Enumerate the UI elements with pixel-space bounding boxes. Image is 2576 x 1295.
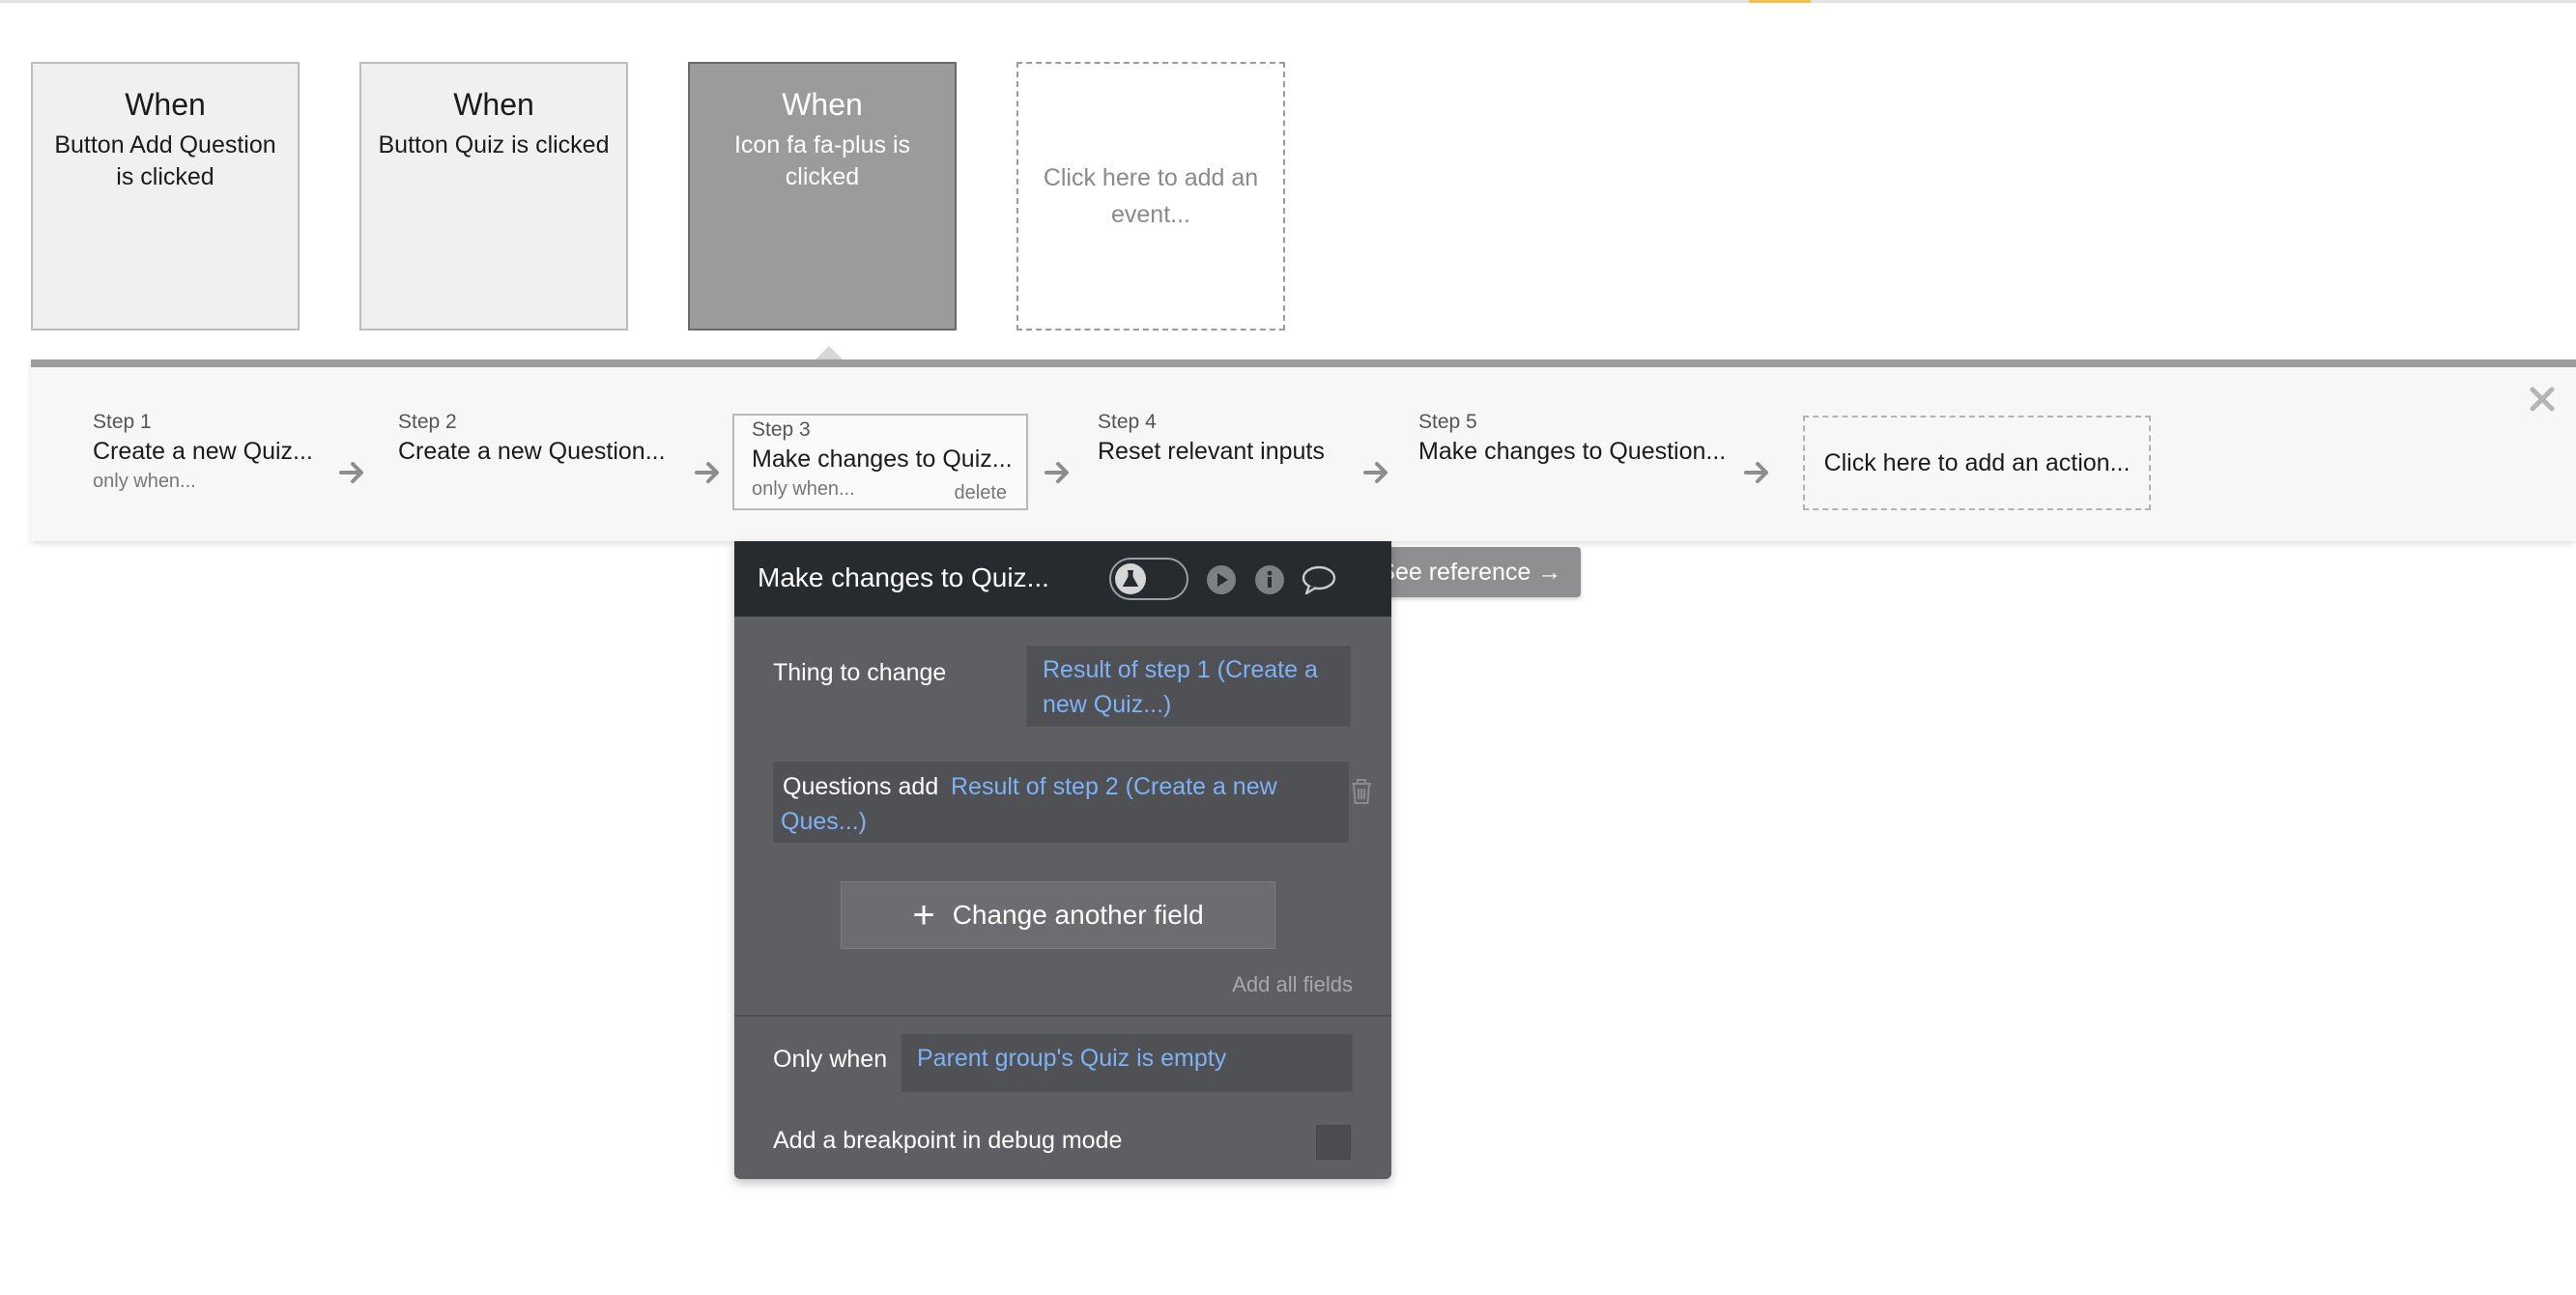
field-value[interactable]: Result of step 2 (Create a new Ques...): [781, 769, 1330, 839]
step-name: Make changes to Question...: [1418, 438, 1727, 465]
info-icon[interactable]: [1254, 564, 1285, 595]
step-2[interactable]: Step 2 Create a new Question...: [398, 410, 666, 468]
event-when-label: When: [453, 87, 534, 122]
event-description: Button Add Question is clicked: [54, 131, 276, 190]
step-name: Make changes to Quiz...: [752, 446, 1013, 473]
step-number: Step 2: [398, 411, 457, 433]
event-when-label: When: [125, 87, 206, 122]
step-1[interactable]: Step 1 Create a new Quiz... only when...: [93, 410, 313, 495]
test-mode-toggle[interactable]: [1109, 558, 1188, 600]
change-another-field-button[interactable]: + Change another field: [841, 881, 1275, 949]
arrow-right-icon: [1744, 462, 1768, 483]
step-number: Step 1: [93, 411, 152, 433]
add-event-button[interactable]: Click here to add an event...: [1016, 62, 1285, 331]
step-name: Create a new Question...: [398, 438, 666, 465]
event-card-add-question[interactable]: When Button Add Question is clicked: [31, 62, 300, 331]
add-all-fields-link[interactable]: Add all fields: [1232, 972, 1353, 997]
breakpoint-label: Add a breakpoint in debug mode: [773, 1127, 1123, 1154]
action-property-editor: Make changes to Quiz... Thing to change …: [734, 541, 1391, 1179]
event-when-label: When: [782, 87, 863, 122]
arrow-right-icon: [1363, 462, 1388, 483]
step-name: Reset relevant inputs: [1098, 438, 1325, 465]
step-number: Step 3: [752, 418, 811, 441]
top-accent-marker: [1749, 0, 1811, 3]
step-4[interactable]: Step 4 Reset relevant inputs: [1098, 410, 1325, 468]
comment-icon[interactable]: [1301, 564, 1337, 595]
event-card-quiz[interactable]: When Button Quiz is clicked: [359, 62, 628, 331]
panel-title: Make changes to Quiz...: [758, 562, 1049, 592]
only-when-condition-field[interactable]: Parent group's Quiz is empty: [901, 1034, 1353, 1092]
thing-to-change-field[interactable]: Result of step 1 (Create a new Quiz...): [1026, 646, 1351, 727]
thing-to-change-label: Thing to change: [773, 659, 947, 686]
top-border: [0, 0, 2576, 3]
workflow-steps-bar: Step 1 Create a new Quiz... only when...…: [31, 360, 2576, 541]
arrow-right-icon: [339, 462, 363, 483]
add-action-label: Click here to add an action...: [1823, 448, 2131, 476]
panel-header: Make changes to Quiz...: [734, 541, 1391, 617]
change-another-field-label: Change another field: [952, 900, 1204, 930]
event-description: Icon fa fa-plus is clicked: [733, 131, 911, 190]
event-card-icon-plus[interactable]: When Icon fa fa-plus is clicked: [688, 62, 957, 331]
only-when-label: Only when: [773, 1046, 888, 1073]
plus-icon: +: [912, 894, 935, 936]
step-name: Create a new Quiz...: [93, 438, 313, 465]
divider: [734, 1015, 1391, 1017]
breakpoint-checkbox[interactable]: [1316, 1125, 1351, 1160]
step-number: Step 5: [1418, 411, 1477, 433]
step-condition: only when...: [93, 471, 196, 492]
close-icon[interactable]: [2528, 385, 2557, 414]
play-icon[interactable]: [1206, 564, 1237, 595]
see-reference-label: See reference →: [1379, 559, 1562, 586]
arrow-right-icon: [1045, 462, 1069, 483]
step-number: Step 4: [1098, 411, 1157, 433]
arrow-right-icon: [695, 462, 719, 483]
step-5[interactable]: Step 5 Make changes to Question...: [1418, 410, 1726, 468]
flask-icon: [1115, 563, 1146, 594]
trash-icon[interactable]: [1349, 777, 1374, 806]
event-description: Button Quiz is clicked: [378, 131, 610, 158]
step-3[interactable]: Step 3 Make changes to Quiz... only when…: [732, 414, 1028, 510]
field-change-row[interactable]: Questions add Result of step 2 (Create a…: [773, 762, 1349, 843]
add-event-label: Click here to add an event...: [1043, 164, 1259, 228]
add-action-button[interactable]: Click here to add an action...: [1803, 416, 2151, 510]
delete-step-link[interactable]: delete: [955, 482, 1008, 504]
